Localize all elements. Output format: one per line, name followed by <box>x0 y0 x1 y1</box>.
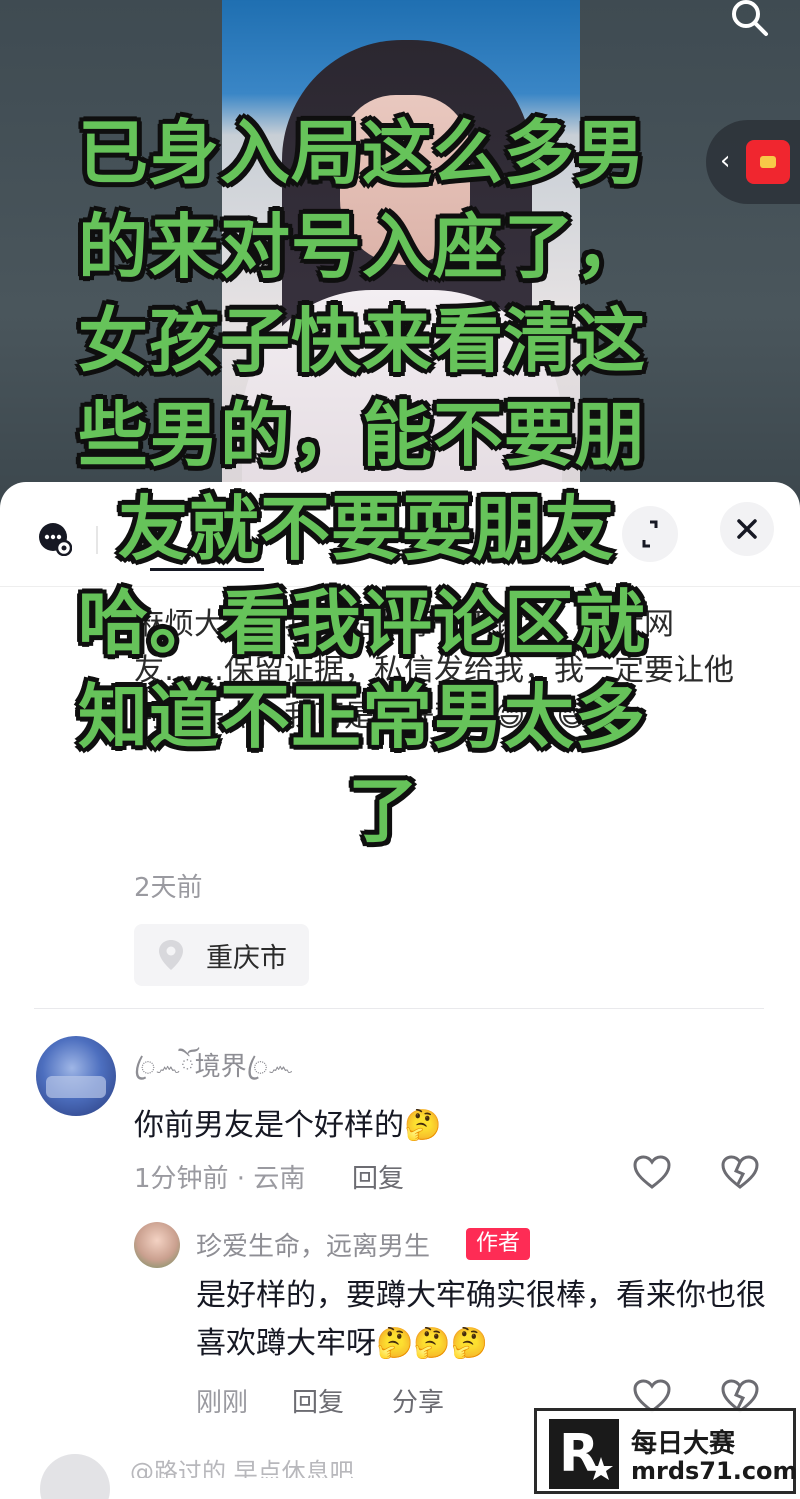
broken-heart-icon[interactable] <box>720 1154 760 1190</box>
comment-meta: 1分钟前 · 云南 <box>134 1164 306 1194</box>
section-divider <box>34 1008 764 1009</box>
author-badge: 作者 <box>466 1228 531 1260</box>
location-label: 重庆市 <box>206 942 287 974</box>
video-caption-overlay: 已身入局这么多男 的来对号入座了， 女孩子快来看清这 些男的，能不要朋 友就不要… <box>78 106 678 858</box>
comment-bubble-icon[interactable] <box>38 522 72 556</box>
caption-line: 哈。看我评论区就 <box>78 582 646 664</box>
reply-time: 刚刚 <box>196 1388 249 1418</box>
watermark-url: mrds71.com <box>631 1457 798 1485</box>
red-packet-icon <box>746 140 790 184</box>
red-packet-entry[interactable]: ‹ <box>706 120 800 204</box>
search-icon[interactable] <box>722 0 778 40</box>
caption-line: 女孩子快来看清这 <box>78 300 646 382</box>
share-button[interactable]: 分享 <box>392 1382 444 1419</box>
reply-button[interactable]: 回复 <box>352 1158 404 1195</box>
avatar[interactable] <box>36 1036 116 1116</box>
caption-line: 已身入局这么多男 <box>78 112 646 194</box>
reply-button[interactable]: 回复 <box>292 1382 344 1419</box>
site-watermark: R 每日大赛 mrds71.com <box>534 1408 798 1494</box>
close-icon <box>737 519 757 539</box>
close-button[interactable] <box>720 502 774 556</box>
location-chip[interactable]: 重庆市 <box>134 924 309 986</box>
heart-icon[interactable] <box>632 1154 672 1190</box>
caption-line: 了 <box>348 770 419 852</box>
location-pin-icon <box>159 940 183 970</box>
caption-line: 的来对号入座了， <box>78 206 646 288</box>
watermark-logo: R <box>549 1419 619 1489</box>
caption-line: 友就不要耍朋友 <box>118 488 615 570</box>
caption-line: 知道不正常男太多 <box>78 676 646 758</box>
comment-peek: @路过的 早点休息吧 <box>130 1458 354 1478</box>
watermark-title: 每日大赛 <box>631 1429 736 1459</box>
watermark-logo-letter: R <box>559 1424 599 1484</box>
avatar[interactable] <box>134 1222 180 1268</box>
post-time: 2天前 <box>134 873 203 903</box>
reply-author-name[interactable]: 珍爱生命，远离男生 <box>196 1226 430 1263</box>
avatar[interactable] <box>40 1454 110 1499</box>
reply-text: 是好样的，要蹲大牢确实很棒，看来你也很喜欢蹲大牢呀🤔🤔🤔 <box>196 1278 766 1361</box>
comment-text: 你前男友是个好样的🤔 <box>134 1108 442 1143</box>
caption-line: 些男的，能不要朋 <box>78 394 646 476</box>
chevron-left-icon: ‹ <box>720 146 731 176</box>
